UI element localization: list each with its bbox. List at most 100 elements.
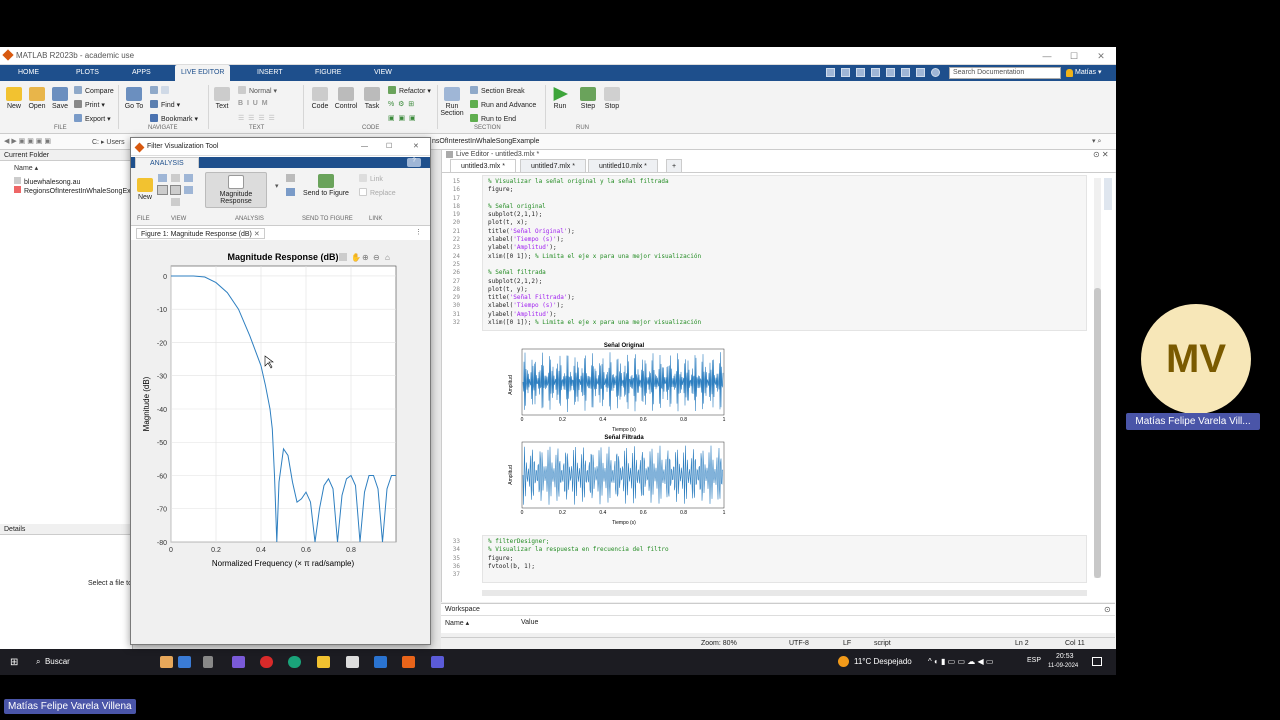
opera-icon[interactable] xyxy=(260,656,273,668)
quick-access-icon[interactable] xyxy=(826,68,835,77)
magnitude-response-plot[interactable]: Magnitude Response (dB) ✋ ⊕ ⊖ ⌂ 0 -10 -20 -… xyxy=(131,240,430,644)
list-buttons[interactable]: ☰ ☰ ☰ ☰ xyxy=(238,114,275,122)
code-text-section-2[interactable]: % filterDesigner; % Visualizar la respue… xyxy=(488,538,669,571)
send-to-figure-button[interactable]: Send to Figure xyxy=(301,174,351,197)
print-button[interactable]: Print ▾ xyxy=(74,100,105,109)
format-buttons[interactable]: B I U M xyxy=(238,100,268,107)
text-style-dropdown[interactable]: Normal ▾ xyxy=(238,86,277,95)
clock-date[interactable]: 11-09-2024 xyxy=(1048,663,1078,669)
tab-live-editor[interactable]: LIVE EDITOR xyxy=(175,65,231,81)
run-section-button[interactable]: Run Section xyxy=(440,87,464,117)
back-forward[interactable] xyxy=(150,86,172,95)
quick-access-icon[interactable] xyxy=(901,68,910,77)
task-view-icon[interactable] xyxy=(203,656,213,668)
link-button[interactable]: Link xyxy=(359,174,383,183)
start-icon[interactable]: ⊞ xyxy=(10,657,18,668)
tab-view[interactable]: VIEW xyxy=(368,65,398,81)
tab-home[interactable]: HOME xyxy=(12,65,45,81)
clock-time[interactable]: 20:53 xyxy=(1056,653,1074,660)
output-toggle-icons[interactable] xyxy=(1104,178,1112,210)
section-break-button[interactable]: Section Break xyxy=(470,86,525,95)
run-to-end-button[interactable]: Run to End xyxy=(470,114,516,123)
quick-access-icon[interactable] xyxy=(886,68,895,77)
output-figure[interactable]: Señal Original Amplitud Tiempo (s) 0 0.2 0… xyxy=(502,340,742,530)
file-item[interactable]: bluewhalesong.au xyxy=(14,177,80,186)
stop-button[interactable]: Stop xyxy=(602,87,622,110)
vertical-scrollbar[interactable] xyxy=(1094,178,1101,578)
run-button[interactable]: Run xyxy=(550,87,570,110)
new-button[interactable]: New xyxy=(4,87,24,110)
tab-figure[interactable]: FIGURE xyxy=(309,65,347,81)
taskbar-search[interactable]: ⌕ Buscar xyxy=(36,657,70,667)
tray-icons[interactable]: ^ ◐ ▮ ▭ ▭ ☁ ◀ ▭ xyxy=(928,657,993,666)
tab-insert[interactable]: INSERT xyxy=(251,65,289,81)
fvtool-new-button[interactable]: New xyxy=(135,178,155,201)
edge-icon[interactable] xyxy=(288,656,301,668)
weather-text[interactable]: 11°C Despejado xyxy=(854,657,912,666)
fvtool-close-button[interactable]: ✕ xyxy=(413,138,419,156)
code-text-section-1[interactable]: % Visualizar la señal original y la seña… xyxy=(488,178,701,327)
matlab-taskbar-icon[interactable] xyxy=(402,656,415,668)
tab-analysis[interactable]: ANALYSIS xyxy=(135,157,199,168)
text-button[interactable]: Text xyxy=(212,87,232,110)
step-button[interactable]: Step xyxy=(578,87,598,110)
tab-plots[interactable]: PLOTS xyxy=(70,65,105,81)
analysis-option-icon[interactable] xyxy=(286,174,295,182)
close-tab-icon[interactable]: ✕ xyxy=(254,231,260,238)
app-icon[interactable] xyxy=(178,656,191,668)
column-name-header[interactable]: Name ▴ xyxy=(14,164,38,172)
copilot-icon[interactable] xyxy=(232,656,245,668)
help-icon[interactable]: ? xyxy=(407,158,421,167)
control-button[interactable]: Control xyxy=(334,87,358,110)
indent-buttons[interactable]: ▣ ▣ ▣ xyxy=(388,114,416,122)
notifications-icon[interactable] xyxy=(1092,657,1102,666)
tab-untitled10[interactable]: untitled10.mlx * xyxy=(588,159,658,172)
compare-button[interactable]: Compare xyxy=(74,86,114,95)
zoom-out-icon[interactable]: ⊖ xyxy=(373,253,380,262)
editor-window-buttons[interactable]: ⊙ ✕ xyxy=(1093,150,1109,159)
new-tab-button[interactable]: + xyxy=(666,159,683,172)
nav-buttons[interactable]: ◀ ▶ ▣ ▣ ▣ ▣ xyxy=(4,137,51,145)
quick-access-icon[interactable] xyxy=(841,68,850,77)
close-button[interactable]: ✕ xyxy=(1094,49,1108,63)
language-indicator[interactable]: ESP xyxy=(1027,657,1041,664)
tab-apps[interactable]: APPS xyxy=(126,65,157,81)
task-button[interactable]: Task xyxy=(362,87,382,110)
path-tail[interactable]: nsOfInterestInWhaleSongExample xyxy=(432,138,539,145)
help-icon[interactable] xyxy=(931,68,940,77)
analysis-gallery-arrow[interactable]: ▾ xyxy=(275,182,279,190)
code-format-buttons[interactable]: % ⚙ ⊞ xyxy=(388,100,414,108)
magnitude-response-button[interactable]: Magnitude Response xyxy=(205,172,267,208)
notification-bell-icon[interactable] xyxy=(1066,69,1073,77)
file-explorer-icon[interactable] xyxy=(317,656,330,668)
replace-checkbox[interactable]: Replace xyxy=(359,188,396,197)
axes-toolbar[interactable]: ✋ ⊕ ⊖ ⌂ xyxy=(339,252,390,262)
store-icon[interactable] xyxy=(346,656,359,668)
magnitude-chart[interactable]: Magnitude Response (dB) ✋ ⊕ ⊖ ⌂ 0 -10 -20 -… xyxy=(131,240,430,644)
search-documentation-input[interactable]: Search Documentation xyxy=(949,67,1061,79)
path-breadcrumb[interactable]: C: ▸ Users xyxy=(92,138,125,146)
weather-icon[interactable] xyxy=(838,656,849,667)
workspace-options-icon[interactable]: ⊙ xyxy=(1104,605,1111,614)
widgets-icon[interactable] xyxy=(160,656,173,668)
go-to-button[interactable]: Go To xyxy=(122,87,146,110)
workspace-col-name[interactable]: Name ▴ xyxy=(445,619,469,627)
file-item[interactable]: RegionsOfInterestInWhaleSongExa xyxy=(14,186,135,195)
code-button[interactable]: Code xyxy=(309,87,331,110)
quick-access-icon[interactable] xyxy=(916,68,925,77)
run-and-advance-button[interactable]: Run and Advance xyxy=(470,100,536,109)
teams-icon[interactable] xyxy=(431,656,444,668)
tab-untitled7[interactable]: untitled7.mlx * xyxy=(520,159,586,172)
maximize-button[interactable]: ☐ xyxy=(1067,49,1081,63)
save-button[interactable]: Save xyxy=(50,87,70,110)
search-icon[interactable]: ⌕ xyxy=(1052,69,1056,79)
open-button[interactable]: Open xyxy=(27,87,47,110)
path-dropdown-icon[interactable]: ▾ ⌕ xyxy=(1092,137,1101,146)
bookmark-button[interactable]: Bookmark ▾ xyxy=(150,114,198,123)
find-button[interactable]: Find ▾ xyxy=(150,100,180,109)
analysis-option-icon[interactable] xyxy=(286,188,295,196)
tab-untitled3[interactable]: untitled3.mlx * xyxy=(450,159,516,172)
workspace-col-value[interactable]: Value xyxy=(521,619,538,626)
minimize-button[interactable]: — xyxy=(1040,49,1054,63)
figure-menu-icon[interactable]: ⋮ xyxy=(415,228,422,236)
